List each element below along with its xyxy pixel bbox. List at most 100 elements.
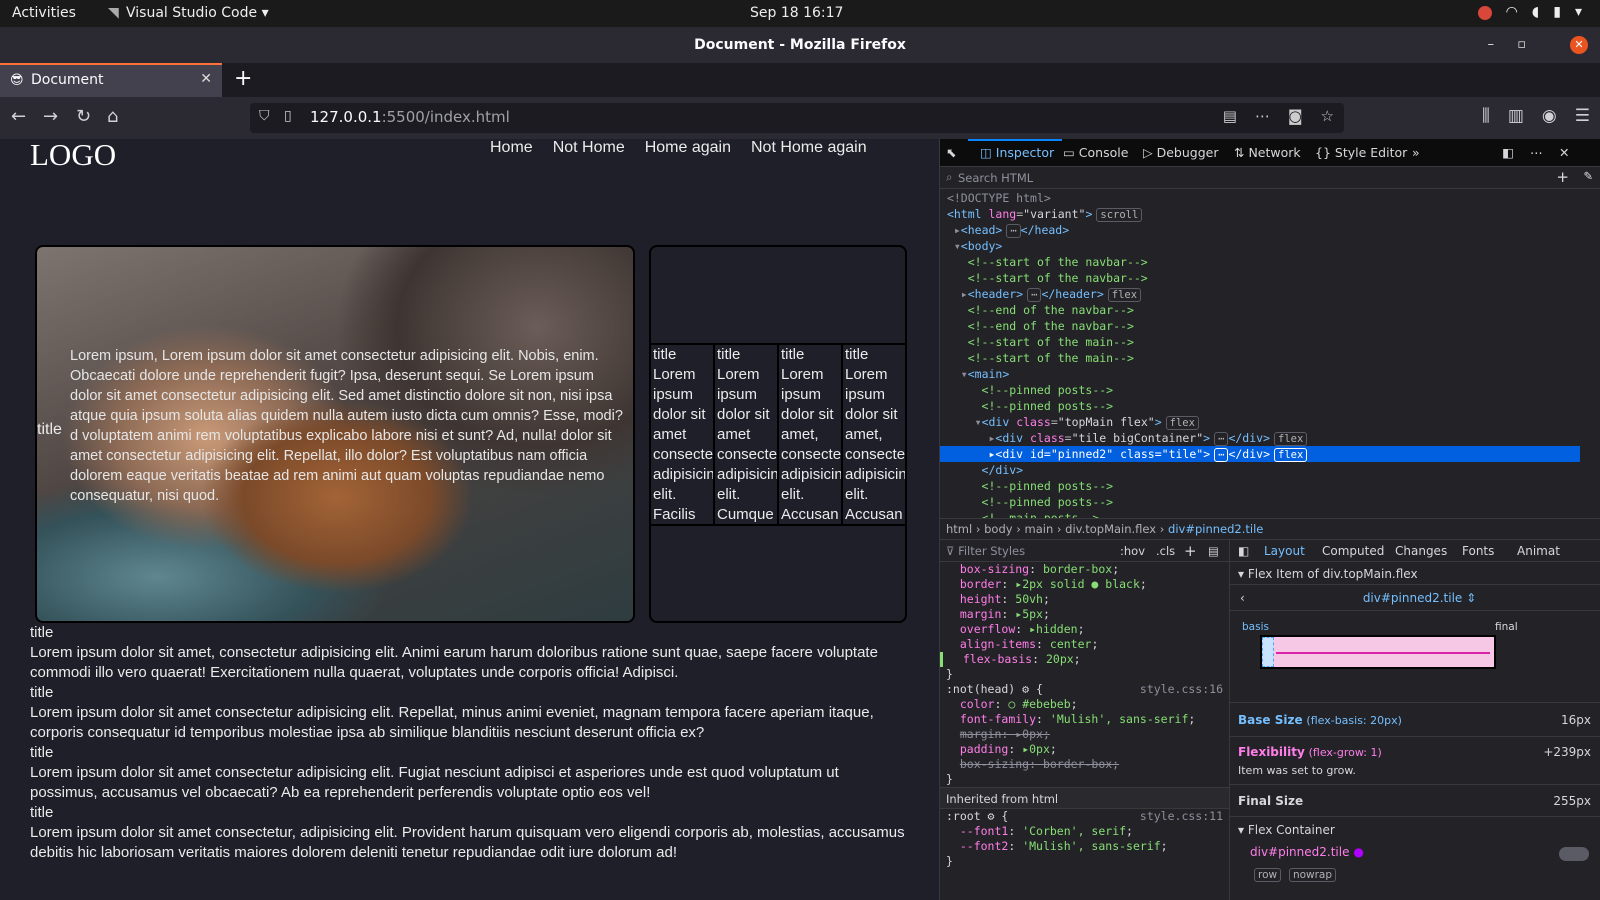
eyedropper-icon[interactable]: ✎ [1583, 169, 1593, 183]
style-decl[interactable]: box-sizing: border-box; [940, 562, 1229, 577]
flex-container-selector[interactable]: div#pinned2.tile ● [1230, 842, 1600, 864]
style-decl[interactable]: align-items: center; [940, 637, 1229, 652]
crumb-topmain[interactable]: div.topMain.flex [1065, 522, 1156, 536]
url-bar[interactable]: ⛉ ▯ 127.0.0.1:5500/index.html ▤ ⋯ ◙ ☆ [250, 103, 1344, 133]
markup-line[interactable]: ▾<div class="topMain flex"> flex [940, 414, 1580, 430]
back-icon[interactable]: ← [11, 106, 26, 127]
chrome-icon[interactable] [1477, 6, 1492, 20]
more-tabs-icon[interactable]: » [1412, 145, 1420, 160]
markup-line[interactable]: <!--start of the main--> [940, 350, 1580, 366]
markup-line[interactable]: ▸<head> ⋯ </head> [940, 222, 1580, 238]
pocket-icon[interactable]: ◙ [1288, 107, 1303, 125]
menu-icon[interactable]: ☰ [1575, 106, 1590, 126]
markup-line[interactable]: </div> [940, 462, 1580, 478]
cls-toggle[interactable]: .cls [1156, 540, 1175, 562]
site-logo[interactable]: LOGO [30, 139, 116, 173]
close-devtools-icon[interactable]: ✕ [1559, 145, 1569, 160]
markup-line[interactable]: <!--end of the navbar--> [940, 318, 1580, 334]
style-decl[interactable]: --font2: 'Mulish', sans-serif; [940, 839, 1229, 854]
page-actions-icon[interactable]: ⋯ [1255, 107, 1270, 125]
add-rule-icon[interactable]: + [1184, 540, 1197, 562]
style-decl[interactable]: margin: ▸5px; [940, 607, 1229, 622]
flex-item-header[interactable]: ▾ Flex Item of div.topMain.flex [1230, 564, 1600, 584]
crumb-body[interactable]: body [984, 522, 1012, 536]
page-info-icon[interactable]: ▯ [284, 108, 292, 124]
style-decl[interactable]: overflow: ▸hidden; [940, 622, 1229, 637]
style-decl[interactable]: font-family: 'Mulish', sans-serif; [940, 712, 1229, 727]
system-tray[interactable]: ◠ ◖ ▮ ▾ [1477, 4, 1582, 20]
markup-line[interactable]: <!--main posts--> [940, 510, 1580, 518]
nav-link-home[interactable]: Home [490, 139, 533, 157]
crumb-pinned2[interactable]: div#pinned2.tile [1168, 522, 1263, 536]
wifi-icon[interactable]: ◠ [1506, 4, 1518, 20]
library-icon[interactable]: ⫼ [1482, 106, 1490, 126]
tab-fonts[interactable]: Fonts [1462, 544, 1494, 558]
style-source[interactable]: style.css:11 [1140, 809, 1223, 824]
element-picker-icon[interactable]: ⬉ [946, 145, 956, 160]
markup-line[interactable]: <!--pinned posts--> [940, 382, 1580, 398]
markup-line[interactable]: <!--end of the navbar--> [940, 302, 1580, 318]
tab-console[interactable]: ▭ Console [1063, 145, 1128, 160]
forward-icon[interactable]: → [43, 106, 58, 127]
filter-styles[interactable]: ⊽ Filter Styles :hov .cls + ▤ [940, 540, 1229, 562]
rule-selector[interactable]: :root ⚙ {style.css:11 [940, 809, 1229, 824]
markup-line[interactable]: <!--pinned posts--> [940, 494, 1580, 510]
style-source[interactable]: style.css:16 [1140, 682, 1223, 697]
style-decl[interactable]: flex-basis: 20px; [940, 652, 1229, 667]
markup-line[interactable]: ▾<main> [940, 366, 1580, 382]
markup-line[interactable]: <!--pinned posts--> [940, 478, 1580, 494]
nav-link-not-home-again[interactable]: Not Home again [751, 139, 867, 157]
highlight-dot-icon[interactable]: ● [1353, 845, 1363, 859]
rule-selector[interactable]: :not(head) ⚙ {style.css:16 [940, 682, 1229, 697]
tab-layout[interactable]: Layout [1264, 544, 1305, 558]
style-decl[interactable]: box-sizing: border-box; [940, 757, 1229, 772]
markup-line[interactable]: <!--pinned posts--> [940, 398, 1580, 414]
close-window-icon[interactable]: ✕ [1570, 36, 1588, 54]
power-menu-icon[interactable]: ▾ [1575, 4, 1582, 20]
markup-line[interactable]: ▸<header> ⋯ </header> flex [940, 286, 1580, 302]
close-tab-icon[interactable]: ✕ [200, 71, 212, 87]
add-node-icon[interactable]: + [1556, 168, 1569, 186]
tab-computed[interactable]: Computed [1322, 544, 1384, 558]
style-decl[interactable]: padding: ▸0px; [940, 742, 1229, 757]
markup-line[interactable]: <!--start of the navbar--> [940, 270, 1580, 286]
tab-network[interactable]: ⇅ Network [1234, 145, 1301, 160]
tab-debugger[interactable]: ▷ Debugger [1143, 145, 1218, 160]
reload-icon[interactable]: ↻ [76, 106, 91, 127]
app-menu[interactable]: ◥ Visual Studio Code ▾ [108, 5, 269, 21]
flexbox-highlighter-toggle[interactable] [1559, 847, 1589, 861]
new-tab-icon[interactable]: + [234, 66, 252, 91]
nav-link-not-home[interactable]: Not Home [553, 139, 625, 157]
crumb-html[interactable]: html [946, 522, 972, 536]
tab-animations[interactable]: Animat [1517, 544, 1560, 558]
sidebar-icon[interactable]: ▥ [1508, 106, 1524, 126]
volume-icon[interactable]: ◖ [1532, 4, 1539, 20]
markup-line[interactable]: ▸<div class="tile bigContainer"> ⋯ </div> f… [940, 430, 1580, 446]
bookmark-star-icon[interactable]: ☆ [1321, 107, 1334, 125]
html-search[interactable]: ⌕ Search HTML + ✎ [940, 167, 1600, 189]
filter-styles-input[interactable]: Filter Styles [958, 544, 1025, 558]
crumb-main[interactable]: main [1025, 522, 1054, 536]
html-search-input[interactable]: Search HTML [958, 171, 1033, 185]
markup-line[interactable]: <!DOCTYPE html> [940, 190, 1580, 206]
activities-button[interactable]: Activities [12, 5, 76, 21]
markup-line[interactable]: <!--start of the main--> [940, 334, 1580, 350]
tab-document[interactable]: 😎 Document ✕ [0, 63, 222, 97]
markup-line[interactable]: ▾<body> [940, 238, 1580, 254]
devtools-menu-icon[interactable]: ⋯ [1530, 145, 1543, 160]
maximize-icon[interactable]: ▫ [1517, 27, 1526, 63]
home-icon[interactable]: ⌂ [107, 106, 118, 127]
nav-link-home-again[interactable]: Home again [645, 139, 731, 157]
dock-icon[interactable]: ◧ [1502, 145, 1514, 160]
hov-toggle[interactable]: :hov [1120, 540, 1145, 562]
markup-line-selected[interactable]: ▸<div id="pinned2" class="tile"> ⋯ </div> f… [940, 446, 1580, 462]
tab-changes[interactable]: Changes [1395, 544, 1447, 558]
tab-inspector[interactable]: ◫ Inspector [967, 139, 1063, 160]
reader-view-icon[interactable]: ▤ [1223, 107, 1237, 125]
minimize-icon[interactable]: – [1488, 27, 1495, 63]
style-decl[interactable]: color: ○ #ebebeb; [940, 697, 1229, 712]
back-icon[interactable]: ‹ [1240, 585, 1245, 611]
battery-icon[interactable]: ▮ [1553, 4, 1561, 20]
tab-style-editor[interactable]: {} Style Editor [1315, 145, 1407, 160]
markup-line[interactable]: <!--start of the navbar--> [940, 254, 1580, 270]
